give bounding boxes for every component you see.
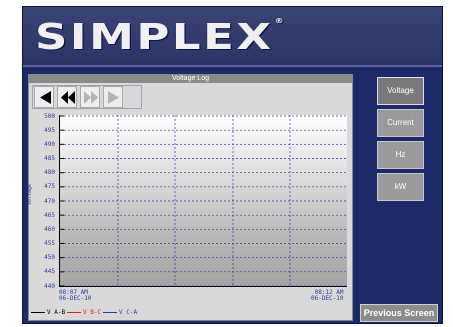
fast-forward-button[interactable] (80, 86, 100, 108)
scroll-back-button[interactable] (34, 86, 54, 108)
trend-plot-area (59, 115, 348, 287)
y-tick-label: 500 (44, 112, 55, 120)
fast-back-button[interactable] (57, 86, 77, 108)
logo-registered-mark: ® (274, 17, 284, 25)
x-end-date: 06-DEC-10 (311, 295, 344, 302)
y-tick-label: 445 (44, 268, 55, 276)
legend-item-vab: V A-B (31, 307, 65, 319)
legend-item-vca: V C-A (103, 307, 137, 319)
y-tick-label: 495 (44, 126, 55, 134)
x-start-tick: 08:07 AM 06-DEC-10 (59, 290, 92, 302)
voltage-log-panel: Voltage Log Voltage 500 495 490 485 480 475 47… (27, 74, 353, 321)
current-button[interactable]: Current (377, 109, 424, 137)
panel-title: Voltage Log (29, 75, 352, 83)
y-tick-label: 470 (44, 197, 55, 205)
scroll-forward-button[interactable] (103, 86, 123, 108)
triangle-right-icon (108, 91, 119, 104)
double-triangle-left-icon (61, 91, 75, 104)
legend-line-vca (103, 312, 117, 313)
y-tick-label: 465 (44, 211, 55, 219)
legend-label-vbc: V B-C (83, 309, 102, 316)
previous-screen-button[interactable]: Previous Screen (360, 304, 438, 322)
legend-label-vab: V A-B (47, 309, 66, 316)
screen: SIMPLEX® Voltage Log Voltage 500 495 490 48… (0, 0, 453, 327)
x-end-tick: 08:12 AM 06-DEC-10 (311, 290, 344, 302)
double-triangle-right-icon (84, 91, 98, 104)
y-tick-label: 480 (44, 169, 55, 177)
legend-line-vab (31, 312, 45, 313)
hmi-window: SIMPLEX® Voltage Log Voltage 500 495 490 48… (22, 6, 443, 324)
y-tick-label: 485 (44, 155, 55, 162)
trend-grid (60, 115, 348, 287)
legend-item-vbc: V B-C (67, 307, 101, 319)
y-tick-label: 460 (44, 225, 55, 233)
legend-line-vbc (67, 312, 81, 313)
chart-legend: V A-B V B-C V C-A (29, 307, 352, 319)
y-tick-label: 490 (44, 140, 55, 148)
legend-label-vca: V C-A (119, 309, 138, 316)
y-tick-label: 440 (44, 282, 55, 290)
hz-button[interactable]: Hz (377, 141, 424, 169)
y-tick-label: 450 (44, 254, 55, 262)
y-tick-label: 475 (44, 183, 55, 191)
kw-button[interactable]: kW (377, 173, 424, 201)
triangle-left-icon (40, 91, 51, 104)
y-tick-label: 455 (44, 240, 55, 247)
simplex-logo: SIMPLEX® (35, 17, 284, 58)
x-start-date: 06-DEC-10 (59, 295, 92, 302)
voltage-button[interactable]: Voltage (377, 77, 424, 105)
logo-text: SIMPLEX (35, 17, 274, 58)
header-bar: SIMPLEX® (23, 7, 442, 67)
